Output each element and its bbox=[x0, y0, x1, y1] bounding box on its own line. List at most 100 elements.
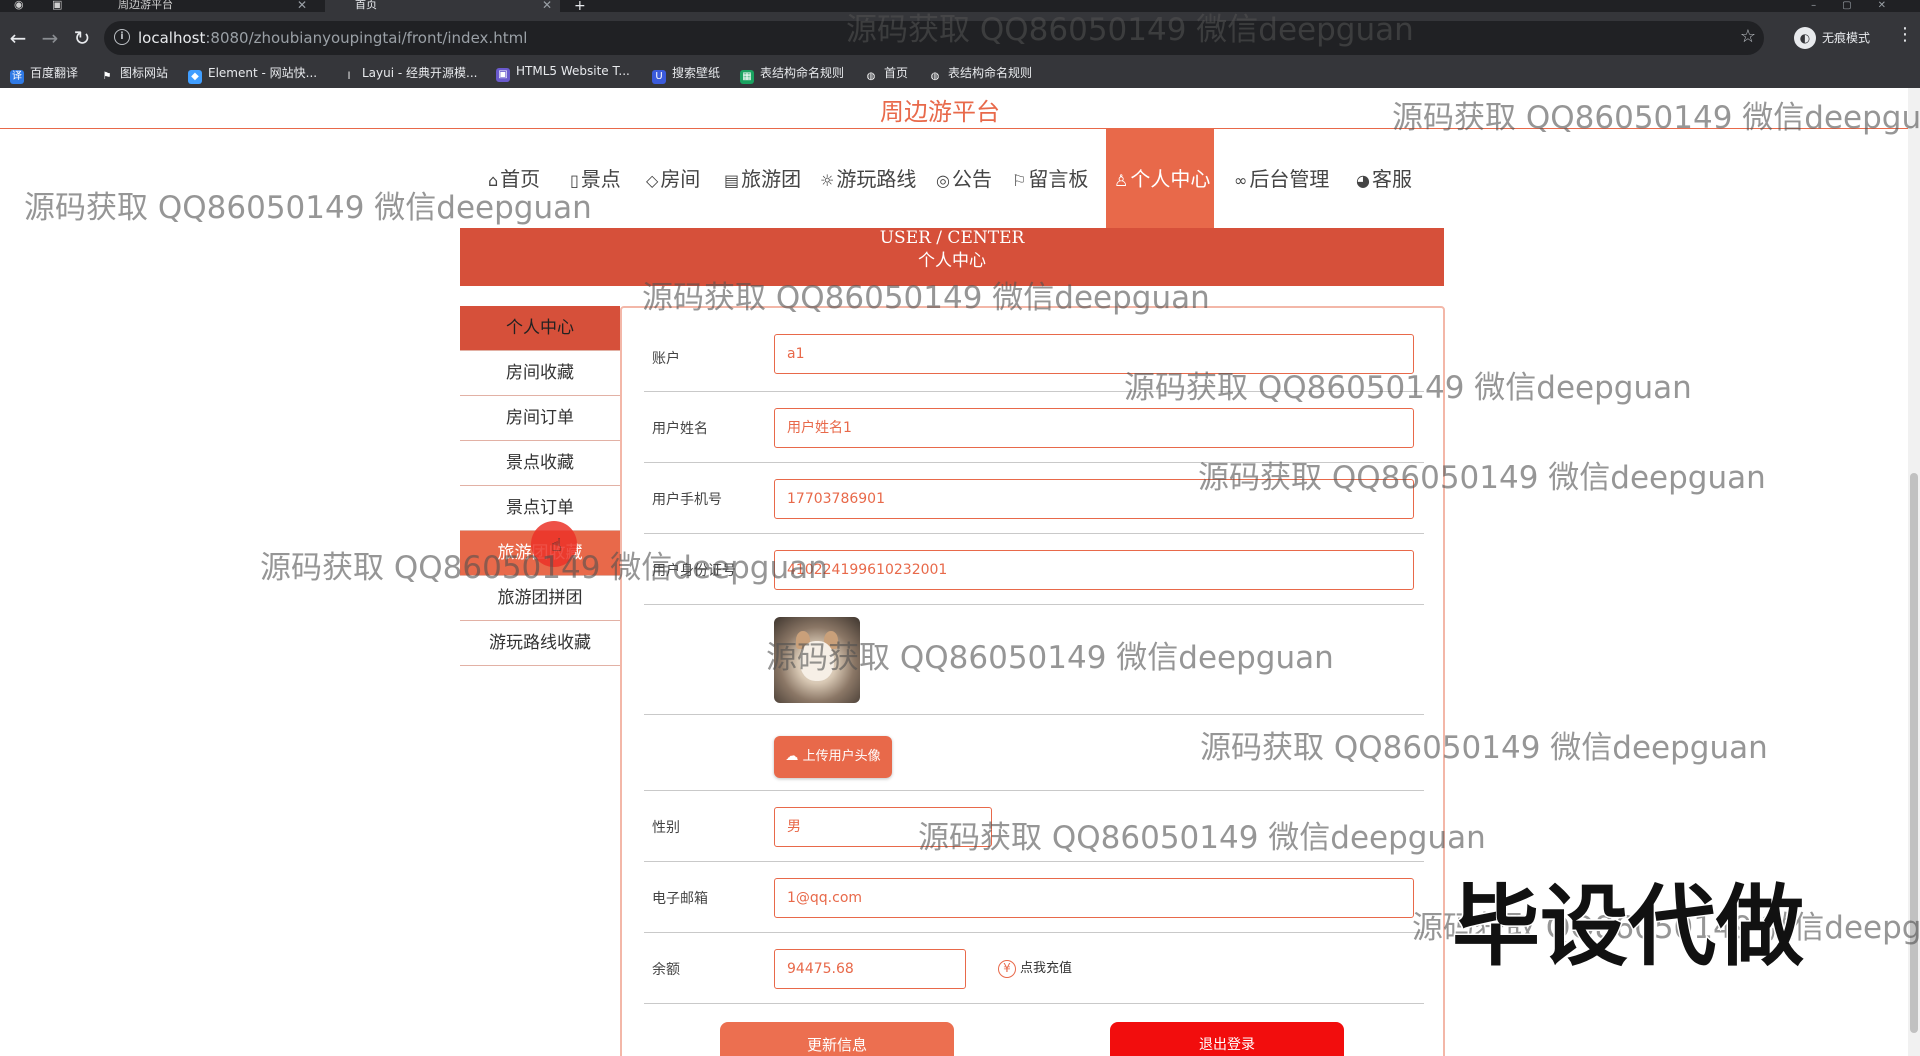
close-tab-icon[interactable]: ✕ bbox=[297, 0, 307, 11]
window-icon: ▣ bbox=[52, 0, 63, 11]
recharge-link[interactable]: ¥ 点我充值 bbox=[998, 957, 1072, 978]
bookmark-label: 百度翻译 bbox=[30, 66, 79, 80]
site-title: 周边游平台 bbox=[880, 98, 1000, 126]
balance-input[interactable]: 94475.68 bbox=[774, 949, 966, 989]
email-label: 电子邮箱 bbox=[652, 891, 708, 907]
user-avatar bbox=[774, 617, 860, 703]
reload-icon[interactable]: ↻ bbox=[70, 26, 94, 50]
account-input[interactable]: a1 bbox=[774, 334, 1414, 374]
page-scrollbar[interactable] bbox=[1908, 88, 1920, 1056]
form-row-email: 电子邮箱 1@qq.com bbox=[644, 862, 1424, 933]
nav-label: 景点 bbox=[580, 167, 621, 191]
site-info-icon[interactable]: i bbox=[114, 29, 130, 45]
update-info-button[interactable]: 更新信息 bbox=[720, 1022, 954, 1056]
nav-label: 房间 bbox=[660, 167, 701, 191]
email-input[interactable]: 1@qq.com bbox=[774, 878, 1414, 918]
avatar-face bbox=[800, 641, 834, 681]
account-label: 账户 bbox=[652, 351, 680, 367]
close-tab-icon[interactable]: ✕ bbox=[542, 0, 552, 11]
calendar-icon: ▤ bbox=[724, 171, 740, 190]
bookmark-label: 表结构命名规则 bbox=[760, 66, 845, 80]
bookmark-item[interactable]: ◍ 表结构命名规则 bbox=[928, 64, 1032, 84]
gender-select[interactable]: 男 bbox=[774, 807, 992, 847]
nav-attractions[interactable]: ▯ 景点 bbox=[570, 129, 621, 229]
name-input[interactable]: 用户姓名1 bbox=[774, 408, 1414, 448]
nav-label: 首页 bbox=[500, 167, 541, 191]
upload-label: 上传用户头像 bbox=[802, 749, 881, 764]
nav-announcements[interactable]: ◎ 公告 bbox=[936, 129, 992, 229]
form-row-name: 用户姓名 用户姓名1 bbox=[644, 392, 1424, 463]
sidebar-item-tour-group-buy[interactable]: 旅游团拼团 bbox=[460, 576, 620, 621]
phone-label: 用户手机号 bbox=[652, 492, 722, 508]
nav-label: 旅游团 bbox=[741, 167, 802, 191]
scrollbar-thumb[interactable] bbox=[1910, 473, 1918, 1033]
form-row-idcard: 用户身份证号 410224199610232001 bbox=[644, 534, 1424, 605]
translate-icon: 译 bbox=[10, 70, 24, 84]
sidebar-item-room-orders[interactable]: 房间订单 bbox=[460, 396, 620, 441]
bookmark-item[interactable]: ⅼ Layui - 经典开源模... bbox=[342, 64, 478, 84]
window-controls[interactable]: –▢✕ bbox=[1811, 0, 1912, 11]
browser-menu-icon[interactable]: ⋮ bbox=[1896, 24, 1914, 45]
sidebar-item-route-favorites[interactable]: 游玩路线收藏 bbox=[460, 621, 620, 666]
browser-logo-icon: ◉ bbox=[14, 0, 24, 11]
bookmark-item[interactable]: ▦ 表结构命名规则 bbox=[740, 64, 844, 84]
name-label: 用户姓名 bbox=[652, 421, 708, 437]
sidebar-item-personal-center[interactable]: 个人中心 bbox=[460, 306, 620, 351]
url-host: localhost bbox=[138, 29, 206, 47]
chat-icon: ◕ bbox=[1356, 171, 1370, 190]
upload-avatar-button[interactable]: ☁ 上传用户头像 bbox=[774, 736, 892, 778]
address-bar[interactable]: i localhost:8080/zhoubianyoupingtai/fron… bbox=[104, 21, 1764, 55]
home-icon: ⌂ bbox=[488, 171, 499, 190]
nav-customer-service[interactable]: ◕ 客服 bbox=[1356, 129, 1412, 229]
nav-rooms[interactable]: ◇ 房间 bbox=[646, 129, 700, 229]
form-row-avatar bbox=[644, 605, 1424, 715]
cloud-upload-icon: ☁ bbox=[785, 749, 799, 764]
nav-home[interactable]: ⌂ 首页 bbox=[488, 129, 540, 229]
incognito-indicator[interactable]: ◐ 无痕模式 bbox=[1794, 26, 1870, 50]
idcard-input[interactable]: 410224199610232001 bbox=[774, 550, 1414, 590]
recharge-label: 点我充值 bbox=[1020, 961, 1073, 976]
promo-stamp: 毕设代做 bbox=[1450, 874, 1805, 980]
bookmark-item[interactable]: U 搜索壁纸 bbox=[652, 64, 720, 84]
user-icon: ♙ bbox=[1114, 171, 1129, 190]
nav-routes[interactable]: ☼ 游玩路线 bbox=[820, 129, 916, 229]
nav-label: 留言板 bbox=[1028, 167, 1089, 191]
form-row-balance: 余额 94475.68 ¥ 点我充值 bbox=[644, 933, 1424, 1004]
yen-icon: ¥ bbox=[998, 960, 1016, 978]
nav-personal-center[interactable]: ♙ 个人中心 bbox=[1106, 129, 1214, 229]
bookmark-item[interactable]: ▣ HTML5 Website T... bbox=[496, 64, 630, 82]
bookmark-item[interactable]: ◍ 首页 bbox=[864, 64, 908, 84]
nav-tour-groups[interactable]: ▤ 旅游团 bbox=[724, 129, 801, 229]
phone-input[interactable]: 17703786901 bbox=[774, 479, 1414, 519]
bookmark-label: Layui - 经典开源模... bbox=[362, 66, 478, 80]
nav-message-board[interactable]: ⚐ 留言板 bbox=[1012, 129, 1088, 229]
bookmark-label: 表结构命名规则 bbox=[948, 66, 1033, 80]
bookmark-item[interactable]: ⚑ 图标网站 bbox=[100, 64, 169, 84]
bookmark-label: 图标网站 bbox=[120, 66, 169, 80]
back-arrow-icon[interactable]: ← bbox=[6, 26, 30, 50]
bookmark-star-icon[interactable]: ☆ bbox=[1740, 26, 1756, 47]
nav-admin[interactable]: ∞ 后台管理 bbox=[1234, 129, 1329, 229]
browser-tab-2[interactable]: 首页 ✕ bbox=[325, 0, 560, 12]
ticket-icon: ▯ bbox=[570, 171, 579, 190]
sidebar-item-attraction-favorites[interactable]: 景点收藏 bbox=[460, 441, 620, 486]
browser-tab-strip: ◉ ▣ 周边游平台 ✕ 首页 ✕ + –▢✕ bbox=[0, 0, 1920, 14]
idcard-label: 用户身份证号 bbox=[652, 563, 736, 579]
flag-icon: ⚐ bbox=[1012, 171, 1027, 190]
bookmark-label: HTML5 Website T... bbox=[516, 64, 630, 78]
bookmark-item[interactable]: 译百度翻译 bbox=[10, 64, 78, 84]
sidebar-item-room-favorites[interactable]: 房间收藏 bbox=[460, 351, 620, 396]
nav-label: 后台管理 bbox=[1249, 167, 1330, 191]
incognito-icon: ◐ bbox=[1794, 27, 1816, 49]
gender-label: 性别 bbox=[652, 820, 680, 836]
bookmark-label: 搜索壁纸 bbox=[672, 66, 721, 80]
logout-button[interactable]: 退出登录 bbox=[1110, 1022, 1344, 1056]
nav-label: 公告 bbox=[951, 167, 992, 191]
browser-tab-1[interactable]: 周边游平台 ✕ bbox=[90, 0, 315, 12]
bookmarks-bar: 译百度翻译 ⚑ 图标网站 ◆ Element - 网站快... ⅼ Layui - 经… bbox=[0, 56, 1920, 88]
banner-chinese-title: 个人中心 bbox=[918, 251, 986, 271]
bookmark-item[interactable]: ◆ Element - 网站快... bbox=[188, 64, 317, 84]
globe-icon: ◍ bbox=[930, 71, 940, 82]
sheet-icon: ▦ bbox=[740, 70, 754, 84]
forward-arrow-icon[interactable]: → bbox=[38, 26, 62, 50]
